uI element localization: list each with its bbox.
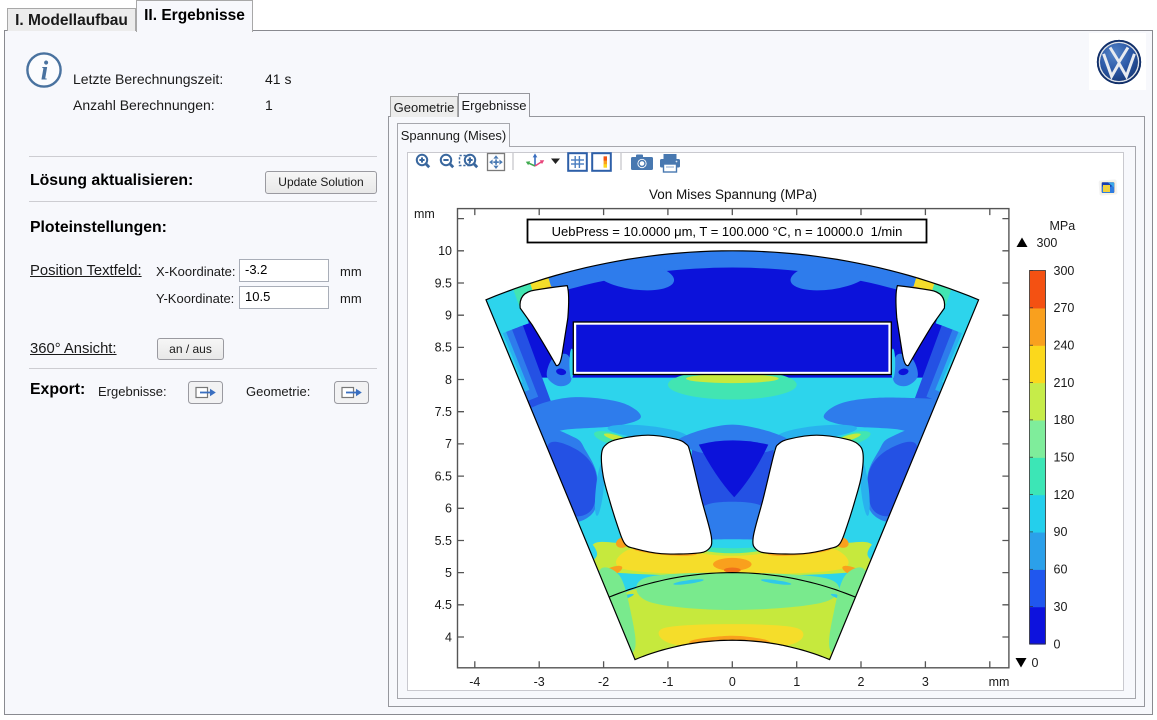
svg-text:5.5: 5.5 xyxy=(435,534,452,548)
svg-text:5: 5 xyxy=(445,566,452,580)
svg-text:Von Mises Spannung (MPa): Von Mises Spannung (MPa) xyxy=(649,187,817,202)
svg-text:6: 6 xyxy=(445,502,452,516)
svg-text:1: 1 xyxy=(793,675,800,689)
svg-text:30: 30 xyxy=(1054,600,1068,614)
svg-text:0: 0 xyxy=(1054,637,1061,651)
svg-text:7: 7 xyxy=(445,437,452,451)
svg-text:90: 90 xyxy=(1054,525,1068,539)
svg-text:150: 150 xyxy=(1054,451,1075,465)
svg-text:mm: mm xyxy=(989,675,1010,689)
svg-text:0: 0 xyxy=(729,675,736,689)
svg-text:120: 120 xyxy=(1054,488,1075,502)
svg-text:MPa: MPa xyxy=(1050,219,1076,233)
svg-text:210: 210 xyxy=(1054,376,1075,390)
svg-text:180: 180 xyxy=(1054,413,1075,427)
svg-text:9.5: 9.5 xyxy=(435,276,452,290)
svg-text:10: 10 xyxy=(438,244,452,258)
svg-text:i: i xyxy=(41,56,49,86)
svg-text:270: 270 xyxy=(1054,301,1075,315)
svg-text:-1: -1 xyxy=(662,675,673,689)
svg-text:-2: -2 xyxy=(598,675,609,689)
svg-text:300: 300 xyxy=(1054,264,1075,278)
svg-text:7.5: 7.5 xyxy=(435,405,452,419)
svg-text:-4: -4 xyxy=(469,675,480,689)
svg-text:0: 0 xyxy=(1032,656,1039,670)
svg-text:9: 9 xyxy=(445,309,452,323)
svg-text:2: 2 xyxy=(858,675,865,689)
svg-text:6.5: 6.5 xyxy=(435,469,452,483)
svg-text:mm: mm xyxy=(414,207,435,221)
svg-text:8.5: 8.5 xyxy=(435,341,452,355)
svg-text:8: 8 xyxy=(445,373,452,387)
svg-text:4.5: 4.5 xyxy=(435,598,452,612)
svg-text:3: 3 xyxy=(922,675,929,689)
svg-text:-3: -3 xyxy=(534,675,545,689)
svg-text:UebPress = 10.0000 μm, T = 100: UebPress = 10.0000 μm, T = 100.000 °C, n… xyxy=(552,224,903,239)
svg-text:300: 300 xyxy=(1037,236,1058,250)
svg-text:4: 4 xyxy=(445,630,452,644)
svg-text:240: 240 xyxy=(1054,339,1075,353)
svg-text:60: 60 xyxy=(1054,563,1068,577)
